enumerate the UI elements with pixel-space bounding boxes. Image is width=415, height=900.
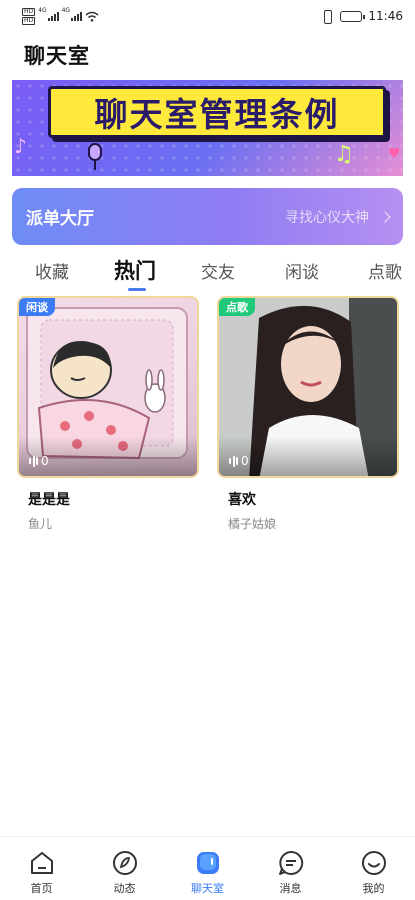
wifi-icon [85,11,99,22]
banner-plate: 聊天室管理条例 [48,86,386,138]
tab-make-friends[interactable]: 交友 [201,258,235,283]
room-title[interactable]: 是是是 [28,489,70,509]
status-right: 11:46 [320,9,403,24]
nav-home-label: 首页 [30,882,53,895]
profile-icon [361,851,386,875]
network1-label: 4G [38,7,47,14]
feed-icon [112,851,137,875]
nav-messages-label: 消息 [279,882,302,895]
battery-icon [340,10,366,22]
nav-profile-label: 我的 [362,882,385,895]
nav-feed[interactable]: 动态 [83,837,166,900]
room-owner: 鱼儿 [28,517,53,531]
message-icon [278,850,303,875]
signal1-icon [47,11,59,21]
nav-feed-label: 动态 [113,882,136,895]
music-note-icon: ♫ [334,142,354,167]
heart-icon: ♥ [388,146,401,162]
room-owner: 橘子姑娘 [228,517,277,531]
tab-chat[interactable]: 闲谈 [285,258,319,283]
listener-count-value: 0 [41,454,49,468]
tab-song-request[interactable]: 点歌 [368,258,402,283]
bottom-navigation: 首页 动态 聊天室 消息 我的 [0,836,415,900]
category-tabs: 收藏 热门 交友 闲谈 点歌 [0,252,415,294]
banner[interactable]: 聊天室管理条例 ♪ ♫ ♥ [12,80,403,176]
sound-wave-icon [29,455,38,467]
nav-chatroom-label: 聊天室 [191,882,224,895]
network2-label: 4G [61,7,71,14]
listener-count-value: 0 [241,454,249,468]
room-title[interactable]: 喜欢 [228,489,256,509]
music-note-icon: ♪ [14,134,27,158]
tab-hot[interactable]: 热门 [114,255,156,285]
chatroom-icon [196,852,219,874]
listener-count: 0 [229,454,249,468]
chevron-right-icon [379,210,391,223]
status-left: HD HD 4G 4G [22,7,99,25]
room-tag: 点歌 [219,298,255,316]
nav-profile[interactable]: 我的 [332,837,415,900]
tab-favorites[interactable]: 收藏 [35,258,69,283]
listener-count: 0 [29,454,49,468]
status-bar: HD HD 4G 4G 11:46 [0,0,415,32]
home-icon [30,852,53,874]
banner-text: 聊天室管理条例 [94,95,340,134]
sim1-label: HD [22,7,36,16]
room-card[interactable]: 点歌 0 [217,296,399,478]
page-title: 聊天室 [24,44,90,68]
nav-messages[interactable]: 消息 [249,837,332,900]
dispatch-hall-title: 派单大厅 [26,209,94,229]
nav-home[interactable]: 首页 [0,837,83,900]
nav-chatroom[interactable]: 聊天室 [166,837,249,900]
sound-wave-icon [229,455,238,467]
dispatch-hall-entry[interactable]: 派单大厅 寻找心仪大神 [12,188,403,245]
sim2-label: HD [22,16,36,25]
room-card[interactable]: 闲谈 0 [17,296,199,478]
vibrate-icon [320,10,334,24]
active-tab-indicator [128,288,146,291]
signal2-icon [71,11,83,21]
sim-indicator: HD HD [22,7,36,25]
clock: 11:46 [368,9,403,23]
room-tag: 闲谈 [19,298,55,316]
microphone-icon [88,143,102,170]
dispatch-hall-subtitle: 寻找心仪大神 [285,209,369,226]
